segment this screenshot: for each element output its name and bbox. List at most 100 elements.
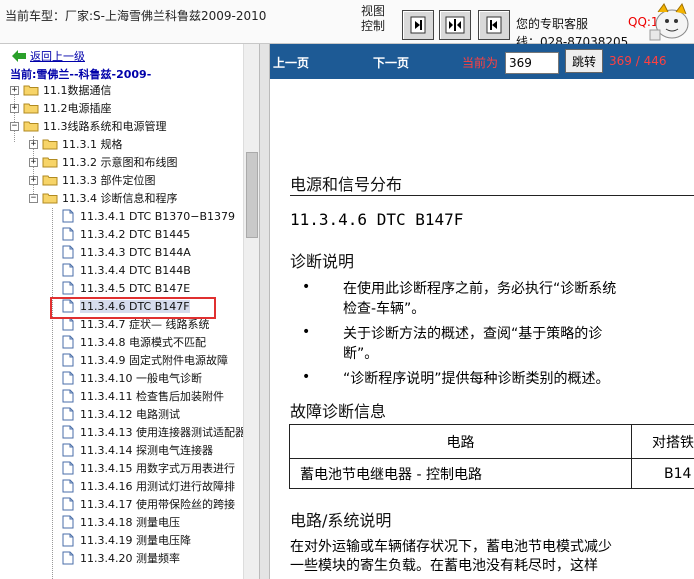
tree-scrollbar-thumb[interactable] xyxy=(246,152,258,238)
tree-item-doc[interactable]: 11.3.4.2 DTC B1445 xyxy=(62,225,190,243)
tree-item-label: 11.3.4.10 一般电气诊断 xyxy=(80,372,202,385)
tree-item-label: 11.3.4.17 使用带保险丝的跨接 xyxy=(80,498,235,511)
tree-item-label: 11.3.4.13 使用连接器测试适配器 xyxy=(80,426,246,439)
tree-item-doc[interactable]: 11.3.4.17 使用带保险丝的跨接 xyxy=(62,495,235,513)
tree-item-folder[interactable]: +11.3.2 示意图和布线图 xyxy=(29,153,177,171)
folder-icon xyxy=(42,139,58,150)
collapse-icon[interactable]: − xyxy=(29,193,38,203)
tree-item-doc[interactable]: 11.3.4.8 电源模式不匹配 xyxy=(62,333,206,351)
view-control-label: 视图控制 xyxy=(361,4,386,33)
split-arrows-icon xyxy=(445,16,465,34)
current-page-label: 当前为 xyxy=(462,56,499,70)
paragraph-line: 一些模块的寄生负载。在蓄电池没有耗尽时，这样 xyxy=(290,558,598,574)
expand-icon[interactable]: + xyxy=(10,103,19,113)
mascot-logo-icon xyxy=(649,2,689,41)
tree-item-label: 11.3.4.20 测量频率 xyxy=(80,552,180,565)
next-page-link[interactable]: 下一页 xyxy=(373,54,409,71)
folder-icon xyxy=(23,121,39,132)
bullet-marker: • xyxy=(302,369,311,385)
tree-item-doc[interactable]: 11.3.4.3 DTC B144A xyxy=(62,243,191,261)
tree-item-folder[interactable]: +11.3.3 部件定位图 xyxy=(29,171,155,189)
view-left-panel-button[interactable] xyxy=(478,10,510,40)
panel-splitter[interactable] xyxy=(259,44,270,579)
tree-item-label: 11.3.4.1 DTC B1370−B1379 xyxy=(80,209,235,223)
collapse-icon[interactable]: − xyxy=(10,121,19,131)
prev-page-link[interactable]: 上一页 xyxy=(273,54,309,71)
tree-item-label: 11.2电源插座 xyxy=(43,102,112,115)
tree-item-doc[interactable]: 11.3.4.12 电路测试 xyxy=(62,405,180,423)
tree-item-doc[interactable]: 11.3.4.1 DTC B1370−B1379 xyxy=(62,207,235,225)
tree-item-doc[interactable]: 11.3.4.20 测量频率 xyxy=(62,549,180,567)
document-icon xyxy=(62,461,74,475)
page-count-label: 369 / 446 xyxy=(609,54,667,68)
document-icon xyxy=(62,497,74,511)
folder-icon xyxy=(42,157,58,168)
folder-icon xyxy=(42,175,58,186)
bullet-text: 关于诊断方法的概述，查阅“基于策略的诊 断”。 xyxy=(343,324,602,364)
back-arrow-icon xyxy=(12,50,26,62)
expand-icon[interactable]: + xyxy=(10,85,19,95)
tree-item-folder[interactable]: +11.1数据通信 xyxy=(10,81,112,99)
document-icon xyxy=(62,371,74,385)
expand-icon[interactable]: + xyxy=(29,157,38,167)
page-number-input[interactable] xyxy=(505,52,559,74)
document-icon xyxy=(62,263,74,277)
tree-item-label: 11.3.4.18 测量电压 xyxy=(80,516,180,529)
tree-item-label: 11.3.4 诊断信息和程序 xyxy=(62,192,178,205)
jump-button[interactable]: 跳转 xyxy=(565,49,603,73)
tree-item-folder[interactable]: +11.2电源插座 xyxy=(10,99,112,117)
document-icon xyxy=(62,551,74,565)
tree-item-label: 11.3线路系统和电源管理 xyxy=(43,120,167,133)
table-header-ground: 对搭铁 xyxy=(631,424,694,459)
tree-item-doc[interactable]: 11.3.4.19 测量电压降 xyxy=(62,531,191,549)
tree-item-folder[interactable]: − 11.3.4 诊断信息和程序 xyxy=(29,189,177,207)
document-icon xyxy=(62,317,74,331)
tree-item-doc[interactable]: 11.3.4.5 DTC B147E xyxy=(62,279,190,297)
tree-item-label: 11.3.4.11 检查售后加装附件 xyxy=(80,390,224,403)
tree-item-label: 11.3.4.2 DTC B1445 xyxy=(80,227,191,241)
document-content: 电源和信号分布 11.3.4.6 DTC B147F 诊断说明 • 在使用此诊断… xyxy=(270,79,694,579)
document-icon xyxy=(62,515,74,529)
back-link-label: 返回上一级 xyxy=(30,50,85,63)
tree-item-doc[interactable]: 11.3.4.15 用数字式万用表进行 xyxy=(62,459,235,477)
tree-panel: 返回上一级 当前:雪佛兰--科鲁兹-2009- +11.1数据通信 +11.2电源… xyxy=(0,44,259,579)
paragraph-line: 在对外运输或车辆储存状况下，蓄电池节电模式减少 xyxy=(290,539,612,555)
document-icon xyxy=(62,209,74,223)
dtc-title: 11.3.4.6 DTC B147F xyxy=(290,210,464,229)
expand-icon[interactable]: + xyxy=(29,139,38,149)
view-right-panel-button[interactable] xyxy=(402,10,434,40)
fault-info-table: 电路 对搭铁 蓄电池节电继电器 - 控制电路 B14 xyxy=(289,424,694,489)
back-link[interactable]: 返回上一级 xyxy=(12,48,85,64)
folder-icon xyxy=(23,85,39,96)
arrow-left-bar-icon xyxy=(486,16,502,34)
tree-item-doc[interactable]: 11.3.4.9 固定式附件电源故障 xyxy=(62,351,228,369)
tree-item-doc[interactable]: 11.3.4.18 测量电压 xyxy=(62,513,180,531)
fault-info-heading: 故障诊断信息 xyxy=(290,402,387,421)
tree-item-doc[interactable]: 11.3.4.11 检查售后加装附件 xyxy=(62,387,224,405)
bullet-text: “诊断程序说明”提供每种诊断类别的概述。 xyxy=(343,369,610,389)
tree-item-label: 11.3.3 部件定位图 xyxy=(62,174,156,187)
tree-scrollbar[interactable] xyxy=(243,44,259,579)
document-icon xyxy=(62,227,74,241)
tree-item-doc[interactable]: 11.3.4.4 DTC B144B xyxy=(62,261,191,279)
view-split-button[interactable] xyxy=(439,10,471,40)
bullet-line: 在使用此诊断程序之前，务必执行“诊断系统 xyxy=(343,281,617,297)
tree-item-label: 11.3.4.19 测量电压降 xyxy=(80,534,191,547)
bullet-text: 在使用此诊断程序之前，务必执行“诊断系统 检查-车辆”。 xyxy=(343,279,616,319)
document-icon xyxy=(62,335,74,349)
section-rule xyxy=(290,195,694,196)
tree-item-folder[interactable]: +11.3.1 规格 xyxy=(29,135,122,153)
document-icon xyxy=(62,245,74,259)
table-cell-circuit: 蓄电池节电继电器 - 控制电路 xyxy=(289,458,632,489)
page-nav-bar: 上一页 下一页 当前为 跳转 369 / 446 xyxy=(270,44,694,79)
tree-item-doc[interactable]: 11.3.4.13 使用连接器测试适配器 xyxy=(62,423,246,441)
tree-item-doc[interactable]: 11.3.4.14 探测电气连接器 xyxy=(62,441,213,459)
tree-guide-line xyxy=(52,208,53,579)
tree-item-label: 11.3.2 示意图和布线图 xyxy=(62,156,178,169)
circuit-description-heading: 电路/系统说明 xyxy=(290,511,392,530)
tree-item-doc[interactable]: 11.3.4.10 一般电气诊断 xyxy=(62,369,202,387)
bullet-line: 检查-车辆”。 xyxy=(343,301,426,317)
tree-item-doc[interactable]: 11.3.4.16 用测试灯进行故障排 xyxy=(62,477,235,495)
expand-icon[interactable]: + xyxy=(29,175,38,185)
tree-item-folder[interactable]: − 11.3线路系统和电源管理 xyxy=(10,117,167,135)
